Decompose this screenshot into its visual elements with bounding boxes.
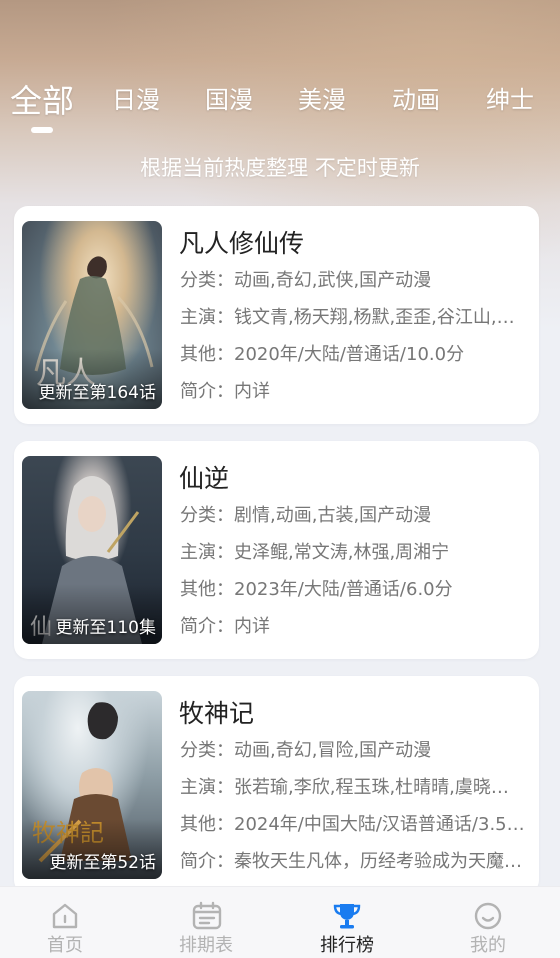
trophy-icon [333, 904, 361, 929]
ranking-card[interactable]: 牧神記 更新至第52话 牧神记 分类：动画,奇幻,冒险,国产动漫 主演：张若瑜,… [14, 676, 539, 894]
calendar-icon [192, 901, 222, 930]
tab-animation[interactable]: 动画 [392, 80, 440, 115]
anime-title[interactable]: 仙逆 [179, 459, 229, 495]
nav-schedule[interactable]: 排期表 [136, 887, 276, 958]
other-info-text: 其他：2023年/大陆/普通话/6.0分 [180, 579, 453, 600]
cast-text: 主演：张若瑜,李欣,程玉珠,杜晴晴,虞晓… [180, 777, 509, 798]
bottom-navigation: 首页 排期表 排行榜 我的 [0, 886, 560, 958]
nav-schedule-label: 排期表 [179, 935, 233, 956]
episode-badge: 更新至110集 [55, 618, 156, 638]
tab-japanese-anime[interactable]: 日漫 [112, 80, 160, 115]
category-text: 分类：动画,奇幻,武侠,国产动漫 [180, 270, 432, 291]
home-icon [52, 903, 78, 929]
active-tab-indicator [31, 127, 53, 133]
nav-profile[interactable]: 我的 [418, 887, 558, 958]
ranking-card[interactable]: 仙 更新至110集 仙逆 分类：剧情,动画,古装,国产动漫 主演：史泽鲲,常文涛… [14, 441, 539, 659]
intro-text: 简介：内详 [180, 381, 270, 402]
episode-badge: 更新至第164话 [38, 383, 156, 403]
nav-ranking[interactable]: 排行榜 [277, 887, 417, 958]
category-tabs: 全部 日漫 国漫 美漫 动画 绅士 [0, 80, 560, 140]
category-text: 分类：剧情,动画,古装,国产动漫 [180, 505, 432, 526]
smiley-icon [474, 902, 502, 930]
poster-image[interactable]: 仙 更新至110集 [22, 456, 162, 644]
other-info-text: 其他：2024年/中国大陆/汉语普通话/3.5… [180, 814, 525, 835]
poster-image[interactable]: 牧神記 更新至第52话 [22, 691, 162, 879]
tab-gentleman[interactable]: 绅士 [486, 80, 534, 115]
other-info-text: 其他：2020年/大陆/普通话/10.0分 [180, 344, 465, 365]
ranking-subtitle: 根据当前热度整理 不定时更新 [140, 156, 420, 180]
nav-profile-label: 我的 [470, 935, 506, 956]
episode-badge: 更新至第52话 [49, 853, 156, 873]
cast-text: 主演：钱文青,杨天翔,杨默,歪歪,谷江山,… [180, 307, 515, 328]
poster-image[interactable]: 凡人 更新至第164话 [22, 221, 162, 409]
nav-ranking-label: 排行榜 [320, 935, 374, 956]
ranking-card[interactable]: 凡人 更新至第164话 凡人修仙传 分类：动画,奇幻,武侠,国产动漫 主演：钱文… [14, 206, 539, 424]
category-text: 分类：动画,奇幻,冒险,国产动漫 [180, 740, 432, 761]
tab-american-animation[interactable]: 美漫 [298, 80, 346, 115]
tab-all[interactable]: 全部 [10, 76, 74, 122]
cast-text: 主演：史泽鲲,常文涛,林强,周湘宁 [180, 542, 450, 563]
anime-title[interactable]: 牧神记 [179, 694, 254, 730]
intro-text: 简介：秦牧天生凡体，历经考验成为天魔… [180, 851, 522, 872]
nav-home[interactable]: 首页 [0, 887, 135, 958]
nav-home-label: 首页 [47, 935, 83, 956]
tab-chinese-anime[interactable]: 国漫 [205, 80, 253, 115]
anime-title[interactable]: 凡人修仙传 [179, 224, 304, 260]
intro-text: 简介：内详 [180, 616, 270, 637]
